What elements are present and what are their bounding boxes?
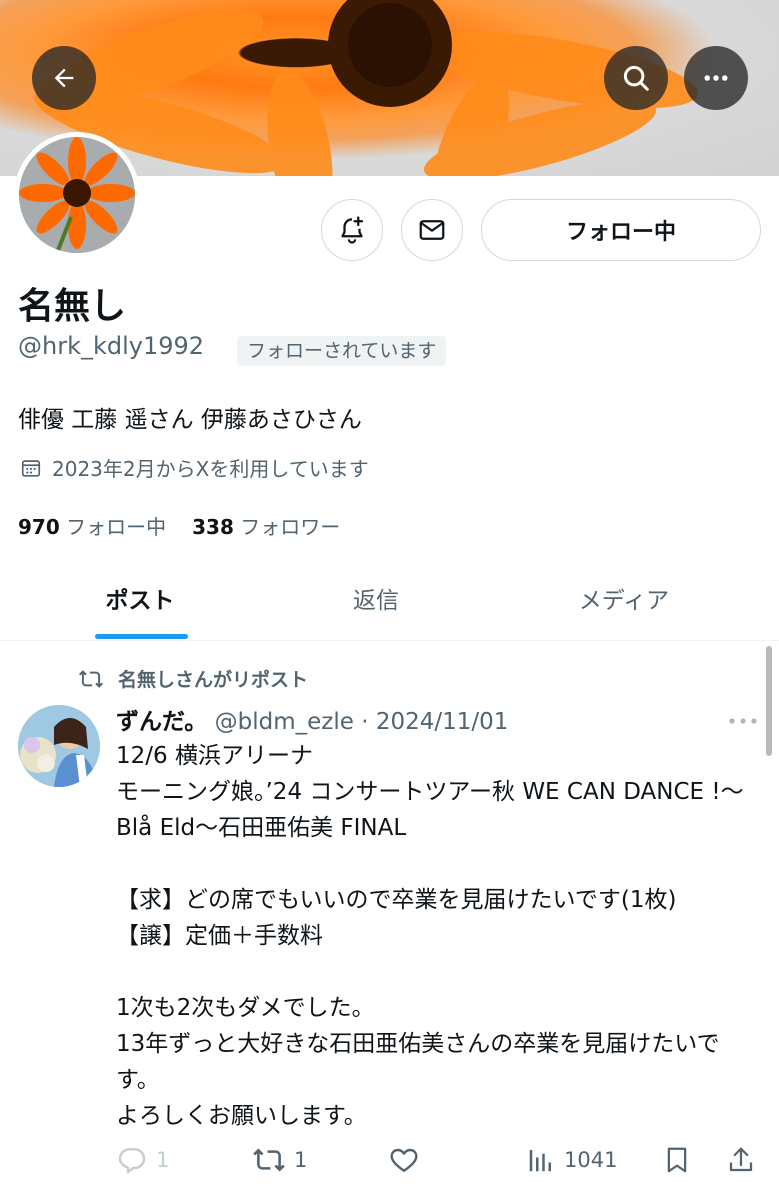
bell-plus-icon <box>341 216 364 244</box>
post-header: ずんだ。 @bldm_ezle · 2024/11/01 <box>116 702 508 736</box>
search-button[interactable] <box>604 46 668 110</box>
more-horizontal-icon <box>729 718 757 724</box>
more-horizontal-icon <box>704 75 728 81</box>
repost-icon <box>78 669 104 688</box>
followers-count: 338 <box>192 515 234 539</box>
bookmark-button[interactable] <box>662 1140 692 1180</box>
post-author-avatar[interactable] <box>18 705 100 787</box>
post-date[interactable]: 2024/11/01 <box>376 709 509 735</box>
search-icon <box>623 65 649 91</box>
post-actions: 1 1 1041 <box>116 1140 756 1180</box>
arrow-left-icon <box>54 68 74 88</box>
post-body: 12/6 横浜アリーナ モーニング娘。’24 コンサートツアー秋 WE CAN … <box>116 743 744 1129</box>
following-count: 970 <box>18 515 60 539</box>
heart-icon <box>390 1148 418 1172</box>
follows-you-badge: フォローされています <box>237 336 447 366</box>
views-count: 1041 <box>564 1148 618 1172</box>
tab-replies[interactable]: 返信 <box>296 555 456 641</box>
post-more-button[interactable] <box>728 705 758 733</box>
reply-count: 1 <box>156 1148 170 1172</box>
reply-button[interactable]: 1 <box>116 1140 169 1180</box>
header-separator: · <box>361 709 369 735</box>
repost-icon <box>253 1148 285 1172</box>
share-button[interactable] <box>726 1140 756 1180</box>
followers-label: フォロワー <box>240 515 341 539</box>
share-icon <box>729 1147 753 1172</box>
followers-link[interactable]: 338 フォロワー <box>192 511 340 540</box>
message-button[interactable] <box>401 199 463 261</box>
active-tab-indicator <box>95 634 188 639</box>
flower-avatar-image <box>19 137 135 253</box>
profile-avatar[interactable] <box>14 132 140 258</box>
tab-posts[interactable]: ポスト <box>60 555 220 641</box>
envelope-icon <box>419 220 445 240</box>
follow-stats: 970 フォロー中 338 フォロワー <box>18 511 340 540</box>
repost-button[interactable]: 1 <box>252 1140 307 1180</box>
bookmark-icon <box>667 1147 687 1173</box>
reply-icon <box>118 1148 146 1174</box>
scrollbar-thumb[interactable] <box>766 646 772 756</box>
following-label: フォロー中 <box>66 515 167 539</box>
joined-text: 2023年2月からXを利用しています <box>52 457 369 481</box>
views-button[interactable]: 1041 <box>526 1140 617 1180</box>
profile-bio: 俳優 工藤 遥さん 伊藤あさひさん <box>18 407 362 433</box>
profile-tabs: ポスト 返信 メディア <box>0 555 779 641</box>
post-author-name[interactable]: ずんだ。 <box>116 709 207 735</box>
notify-button[interactable] <box>321 199 383 261</box>
like-button[interactable] <box>388 1140 420 1180</box>
author-photo-image <box>18 705 100 787</box>
repost-indicator[interactable]: 名無しさんがリポスト <box>78 665 308 692</box>
tab-media[interactable]: メディア <box>544 555 704 641</box>
analytics-icon <box>529 1150 551 1172</box>
following-button[interactable]: フォロー中 <box>481 199 761 261</box>
repost-count: 1 <box>294 1148 308 1172</box>
joined-date: 2023年2月からXを利用しています <box>20 453 369 482</box>
post-author-handle[interactable]: @bldm_ezle <box>215 709 354 735</box>
calendar-icon <box>21 459 41 477</box>
following-link[interactable]: 970 フォロー中 <box>18 511 166 540</box>
display-name: 名無し <box>18 286 127 327</box>
user-handle: @hrk_kdly1992 <box>18 332 205 360</box>
back-button[interactable] <box>32 46 96 110</box>
repost-label: 名無しさんがリポスト <box>118 669 309 691</box>
more-button[interactable] <box>684 46 748 110</box>
